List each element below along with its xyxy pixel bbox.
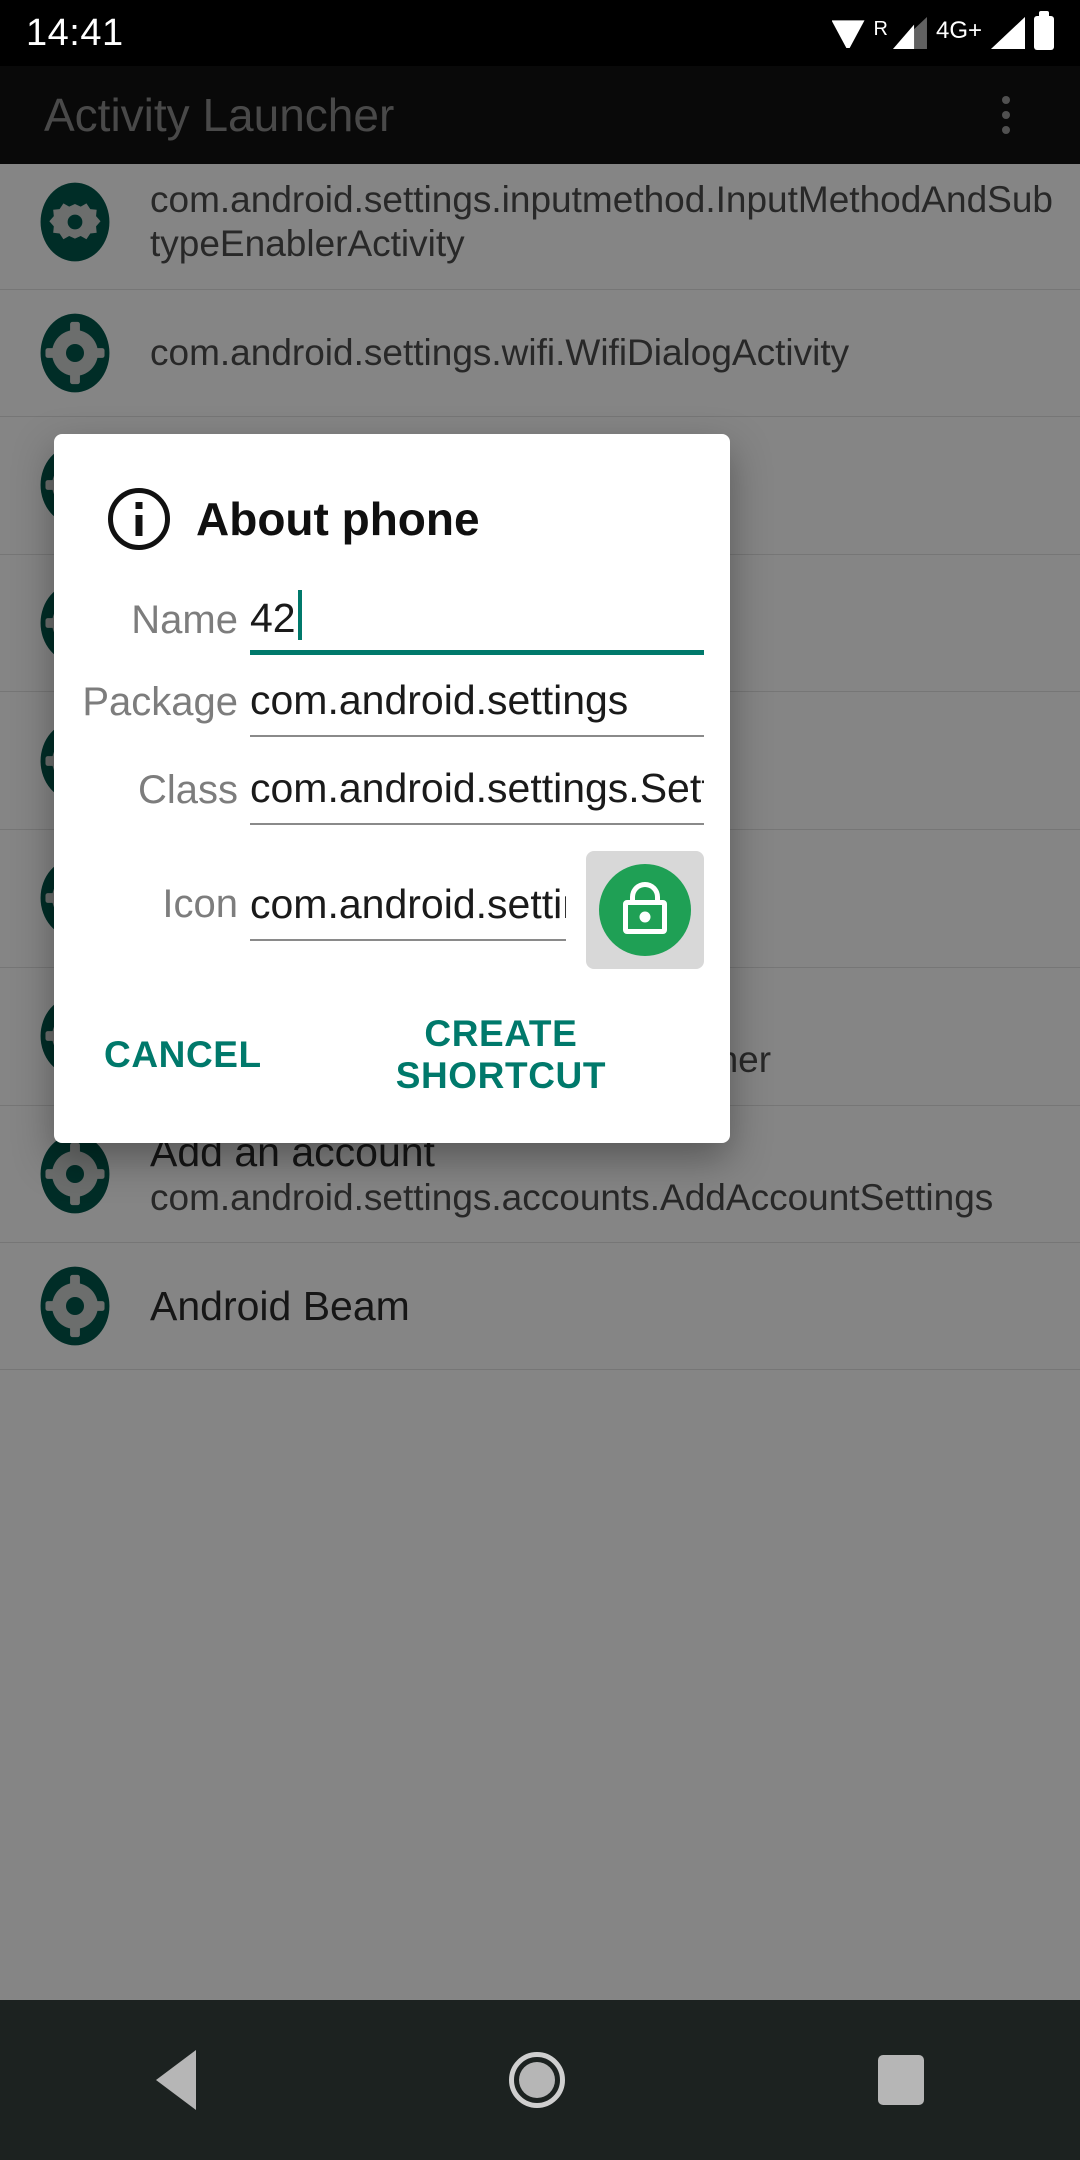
home-circle-icon[interactable]	[508, 2052, 565, 2108]
dialog-title: About phone	[196, 493, 480, 545]
signal-bars-icon-2	[991, 17, 1025, 49]
field-label-icon: Icon	[162, 881, 238, 926]
phone-screen: com.android.settings.inputmethod.InputMe…	[0, 0, 1080, 2160]
wifi-icon	[831, 20, 865, 48]
text-caret	[297, 590, 302, 640]
info-icon	[108, 488, 170, 550]
class-input[interactable]: com.android.settings.Settings	[250, 763, 704, 825]
field-name[interactable]: Name 42	[80, 590, 704, 655]
dialog-fields: Name 42 Package com.android.settings Cla…	[54, 562, 730, 969]
field-label-name: Name	[131, 598, 238, 642]
lock-icon	[599, 864, 691, 956]
roaming-indicator: R	[873, 18, 888, 40]
create-shortcut-button[interactable]: CREATE SHORTCUT	[300, 997, 702, 1113]
name-input[interactable]: 42	[250, 590, 704, 655]
dialog-header: About phone	[54, 476, 730, 562]
package-input-value: com.android.settings	[250, 677, 629, 723]
field-label-class: Class	[137, 768, 238, 812]
cancel-button[interactable]: CANCEL	[82, 1018, 284, 1092]
field-icon[interactable]: Icon com.android.settings	[80, 851, 704, 969]
field-package[interactable]: Package com.android.settings	[80, 675, 704, 737]
status-bar: 14:41 R 4G+	[0, 0, 1080, 66]
icon-input[interactable]: com.android.settings	[250, 879, 566, 941]
name-input-value: 42	[250, 590, 704, 640]
field-label-package: Package	[82, 680, 238, 724]
network-type-label: 4G+	[935, 17, 982, 44]
status-icon-group: R 4G+	[831, 11, 1054, 50]
field-class[interactable]: Class com.android.settings.Settings	[80, 763, 704, 825]
battery-icon	[1034, 11, 1054, 50]
status-clock: 14:41	[26, 11, 124, 54]
class-input-value: com.android.settings.Settings	[250, 765, 704, 811]
icon-preview[interactable]	[586, 851, 704, 969]
dialog-actions: CANCEL CREATE SHORTCUT	[54, 975, 730, 1143]
recents-square-icon[interactable]	[877, 2055, 924, 2105]
system-nav-bar	[0, 2000, 1080, 2160]
icon-input-value: com.android.settings	[250, 881, 566, 927]
signal-bars-icon-1	[892, 17, 927, 49]
back-triangle-icon[interactable]	[156, 2050, 197, 2110]
create-shortcut-dialog: About phone Name 42 Package com.android.…	[54, 434, 730, 1143]
package-input[interactable]: com.android.settings	[250, 675, 704, 737]
